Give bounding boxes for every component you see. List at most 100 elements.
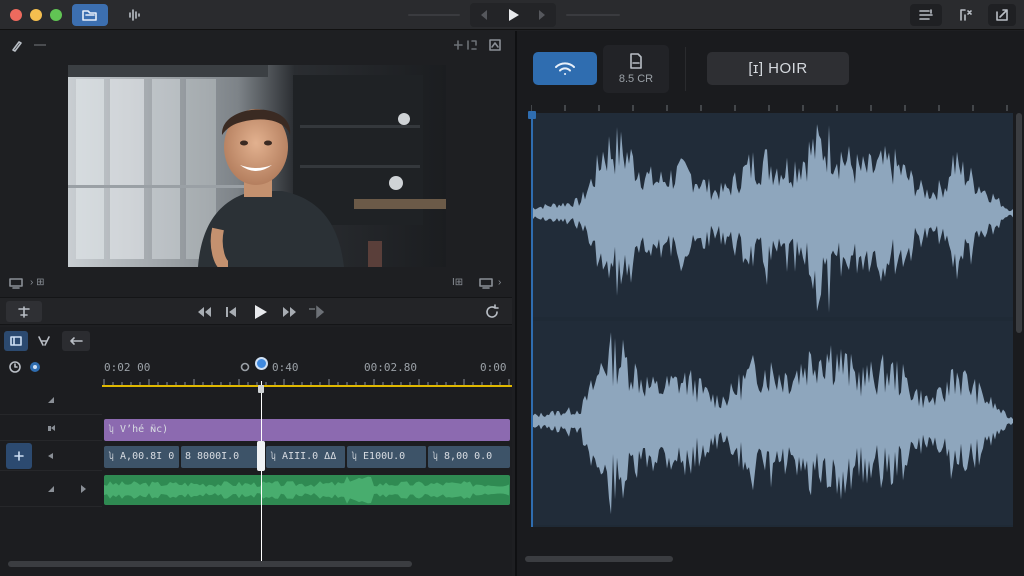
waveform-view[interactable] [528,111,1013,527]
wireless-audio-button[interactable] [533,52,597,85]
fast-forward-icon[interactable] [282,305,298,319]
video-frame [68,65,446,267]
playhead-handle[interactable] [257,441,265,471]
viewer-footer: › ⊞ I⊞ › [0,271,512,295]
step-forward-icon[interactable] [308,305,324,319]
track-header [0,385,102,415]
channel-right [531,321,1013,525]
close-window-button[interactable] [10,9,22,21]
play-icon[interactable] [505,7,521,23]
minimize-window-button[interactable] [30,9,42,21]
video-clip[interactable]: ʮ A,00.8I 0 [104,446,180,468]
select-tool-button[interactable] [4,331,28,351]
track-header [0,441,102,471]
aspect-ratio-icon[interactable] [8,276,24,290]
blade-tool-button[interactable] [6,301,42,322]
add-track-button[interactable] [6,443,32,469]
play-icon[interactable] [252,303,268,321]
arrow-left-icon [70,337,83,345]
waveform-left [531,124,1013,313]
viewer-footer-left-label: › ⊞ [30,277,45,288]
folder-icon [82,10,97,21]
wifi-icon [555,61,575,75]
inspector-toggle-button[interactable] [910,4,942,26]
waveform-playhead[interactable] [531,111,533,527]
video-clip[interactable]: 8 8000I.0 [181,446,265,468]
waveform-ruler [531,105,1008,111]
timecode-label: 0:00 [480,361,507,374]
video-clip[interactable]: ʮ 8,00 0.0 [428,446,510,468]
snapping-icon[interactable] [28,360,42,374]
audio-clip[interactable] [104,475,510,505]
track-header [0,471,102,507]
video-clip[interactable]: ʮ AIII.0 ΔΔ [266,446,346,468]
blade-icon [18,305,30,318]
decor-line [34,44,46,46]
file-button[interactable]: 8.5 CR [603,45,669,93]
track-header [0,415,102,441]
file-label: 8.5 CR [618,73,654,85]
channel-left [531,113,1013,317]
viewer-footer-right-label: I⊞ [452,277,464,288]
decor-line [408,14,460,16]
viewer-header [0,31,512,59]
playhead-knob[interactable] [255,357,268,370]
audio-inspector: 8.5 CR [ɪ] HOIR [515,31,1024,576]
mode-button[interactable]: [ɪ] HOIR [707,52,849,85]
audio-track-icon[interactable] [46,484,56,494]
video-track-icon[interactable] [46,451,56,461]
adjust-icon [960,9,972,21]
marker-icon [240,362,250,372]
waveform-right [531,332,1013,515]
timeline-ruler[interactable] [102,377,512,389]
export-icon [996,9,1008,21]
triangle-icon[interactable] [46,395,56,405]
audio-clip-waveform [104,476,509,504]
playhead-marker [258,385,264,393]
next-icon[interactable] [535,8,549,22]
title-clip[interactable]: ʮ Vʼhé ɴ̈c) [104,419,510,441]
list-icon [10,336,22,346]
video-viewer[interactable] [68,65,446,267]
waveform-playhead-knob[interactable] [528,111,536,119]
loop-icon[interactable] [484,304,500,320]
divider [685,47,686,91]
timecode-label: 0:40 [272,361,299,374]
editor-panel: › ⊞ I⊞ › 0:02 00 0:40 00:02.80 0:00 ʮ Vʼ… [0,31,512,576]
zoom-window-button[interactable] [50,9,62,21]
audio-meter-button[interactable] [120,4,148,26]
expand-icon[interactable] [78,484,88,494]
decor-line [566,14,620,16]
share-button[interactable] [988,4,1016,26]
playhead[interactable] [261,381,262,561]
title-bar [0,0,1024,30]
position-tool-button[interactable] [62,331,90,351]
sliders-icon [919,9,933,20]
video-clip[interactable]: ʮ Ε100U.0 [347,446,427,468]
tools-button[interactable] [952,4,980,26]
viewer-options-icon[interactable] [488,38,502,52]
clock-icon[interactable] [8,360,22,374]
crop-transform-icon[interactable] [454,39,480,51]
timeline: 0:02 00 0:40 00:02.80 0:00 ʮ Vʼhé ɴ̈c) ʮ… [0,327,512,576]
previous-icon[interactable] [477,8,491,22]
vertical-scrollbar[interactable] [1016,113,1022,333]
waveform-icon [129,9,140,21]
display-icon[interactable] [478,276,494,290]
title-track-icon[interactable] [46,423,56,433]
chevron-right-icon: › [498,277,502,288]
rewind-icon[interactable] [196,305,212,319]
trim-icon [38,336,50,346]
playback-controls [0,297,512,325]
horizontal-scrollbar[interactable] [525,556,673,562]
library-button[interactable] [72,4,108,26]
top-transport [470,3,556,27]
app-window: › ⊞ I⊞ › 0:02 00 0:40 00:02.80 0:00 ʮ Vʼ… [0,0,1024,576]
step-back-icon[interactable] [224,305,238,319]
trim-tool-button[interactable] [32,331,56,351]
timecode-label: 00:02.80 [364,361,417,374]
pen-tool-icon[interactable] [10,39,24,53]
timecode-label: 0:02 00 [104,361,151,374]
timeline-scrollbar[interactable] [8,561,412,567]
plus-icon [14,451,24,461]
